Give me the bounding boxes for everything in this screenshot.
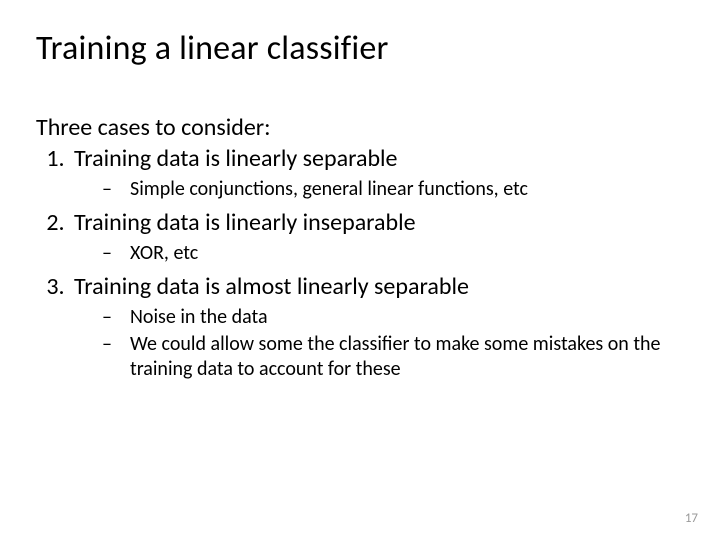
list-item-text: Training data is linearly inseparable	[74, 208, 416, 237]
list-item-text: Training data is linearly separable	[74, 144, 398, 173]
slide-title: Training a linear classifier	[36, 28, 684, 69]
sub-list-item: Noise in the data	[102, 305, 684, 330]
sub-list: Simple conjunctions, general linear func…	[74, 177, 684, 202]
sub-list: XOR, etc	[74, 241, 684, 266]
page-number: 17	[685, 511, 698, 526]
lead-text: Three cases to consider:	[36, 113, 684, 142]
list-item: Training data is almost linearly separab…	[70, 272, 684, 382]
sub-list: Noise in the data We could allow some th…	[74, 305, 684, 382]
sub-list-item: XOR, etc	[102, 241, 684, 266]
slide: Training a linear classifier Three cases…	[0, 0, 720, 540]
list-item: Training data is linearly separable Simp…	[70, 144, 684, 202]
main-list: Training data is linearly separable Simp…	[36, 144, 684, 382]
sub-list-item: We could allow some the classifier to ma…	[102, 332, 684, 382]
sub-list-item: Simple conjunctions, general linear func…	[102, 177, 684, 202]
list-item-text: Training data is almost linearly separab…	[74, 272, 469, 301]
list-item: Training data is linearly inseparable XO…	[70, 208, 684, 266]
